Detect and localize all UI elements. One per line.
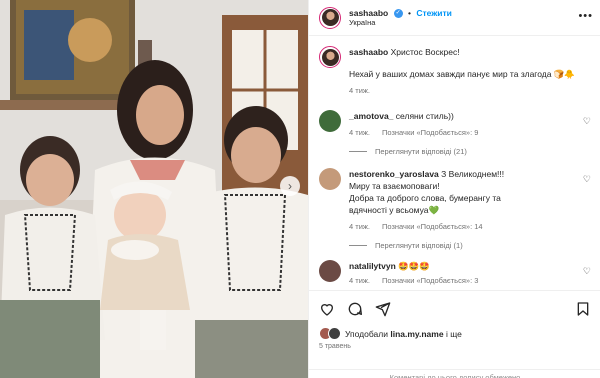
comment-item: natalilytvyn 🤩🤩🤩 4 тиж. Позначки «Подобає… [319, 260, 593, 285]
comment-item: nestorenko_yaroslava З Великоднем!!! Мир… [319, 168, 593, 250]
comment-username[interactable]: natalilytvyn [349, 261, 396, 271]
likes-summary[interactable]: Уподобали lina.my.name і ще [319, 327, 462, 340]
caption-line-1: Христос Воскрес! [390, 47, 460, 57]
comment-username[interactable]: nestorenko_yaroslava [349, 169, 439, 179]
post-date: 5 травень [319, 343, 351, 350]
comment-like-heart-icon[interactable]: ♡ [583, 174, 591, 185]
comment-item: _amotova_ селяни стиль)) 4 тиж. Позначки … [319, 110, 593, 156]
share-icon[interactable] [375, 301, 391, 317]
family-photo-illustration [0, 0, 308, 378]
comment-icon[interactable] [347, 301, 363, 317]
comment-time: 4 тиж. [349, 128, 370, 137]
comment-text: селяни стиль)) [395, 111, 454, 121]
comment-text-4: вдячності у всьомуа💚 [349, 205, 440, 215]
heart-icon[interactable] [319, 301, 335, 317]
comment-time: 4 тиж. [349, 222, 370, 231]
post-header: sashaabo ✓ • Стежити Україна ••• [309, 0, 600, 36]
post-actions: Уподобали lina.my.name і ще 5 травень Ко… [309, 290, 600, 378]
follow-button[interactable]: Стежити [416, 8, 452, 18]
chevron-right-icon: › [288, 179, 292, 193]
post-side-panel: sashaabo ✓ • Стежити Україна ••• sashaab… [308, 0, 600, 378]
liker-avatar [328, 327, 341, 340]
post-location[interactable]: Україна [349, 18, 452, 27]
author-avatar[interactable] [319, 6, 341, 29]
comment-likes[interactable]: Позначки «Подобається»: 14 [382, 222, 483, 231]
caption-avatar[interactable] [319, 46, 341, 68]
comment-likes[interactable]: Позначки «Подобається»: 9 [382, 128, 478, 137]
comments-limited-notice: Коментарі до цього допису обмежено [309, 369, 600, 378]
commenter-avatar[interactable] [319, 110, 341, 132]
comment-text-2: Миру та взаємоповаги! [349, 181, 440, 191]
comment-like-heart-icon[interactable]: ♡ [583, 116, 591, 127]
comment-text-3: Добра та доброго слова, бумерангу та [349, 193, 501, 203]
commenter-avatar[interactable] [319, 260, 341, 282]
caption-time: 4 тиж. [349, 86, 370, 95]
more-icon[interactable]: ••• [578, 10, 593, 22]
comment-like-heart-icon[interactable]: ♡ [583, 266, 591, 277]
post-photo[interactable]: › [0, 0, 308, 378]
separator-dot: • [407, 7, 411, 18]
likes-user[interactable]: lina.my.name [390, 329, 443, 339]
view-replies-label: Переглянути відповіді (1) [375, 241, 463, 250]
view-replies-label: Переглянути відповіді (21) [375, 147, 467, 156]
comment-text-1: З Великоднем!!! [441, 169, 505, 179]
caption-line-2: Нехай у ваших домах завжди панує мир та … [349, 69, 575, 79]
comment-likes[interactable]: Позначки «Подобається»: 3 [382, 276, 478, 285]
verified-icon: ✓ [393, 9, 403, 19]
comment-text: 🤩🤩🤩 [398, 261, 430, 271]
view-replies-button[interactable]: Переглянути відповіді (21) [349, 147, 593, 156]
caption-username[interactable]: sashaabo [349, 47, 388, 57]
likes-prefix: Уподобали [345, 328, 388, 339]
save-icon[interactable] [575, 301, 591, 317]
post-caption: sashaabo Христос Воскрес! Нехай у ваших … [319, 46, 593, 95]
comment-time: 4 тиж. [349, 276, 370, 285]
view-replies-button[interactable]: Переглянути відповіді (1) [349, 241, 593, 250]
commenter-avatar[interactable] [319, 168, 341, 190]
author-username[interactable]: sashaabo [349, 8, 388, 18]
likes-suffix[interactable]: і ще [446, 329, 462, 339]
comment-username[interactable]: _amotova_ [349, 111, 393, 121]
next-photo-button[interactable]: › [280, 176, 300, 196]
